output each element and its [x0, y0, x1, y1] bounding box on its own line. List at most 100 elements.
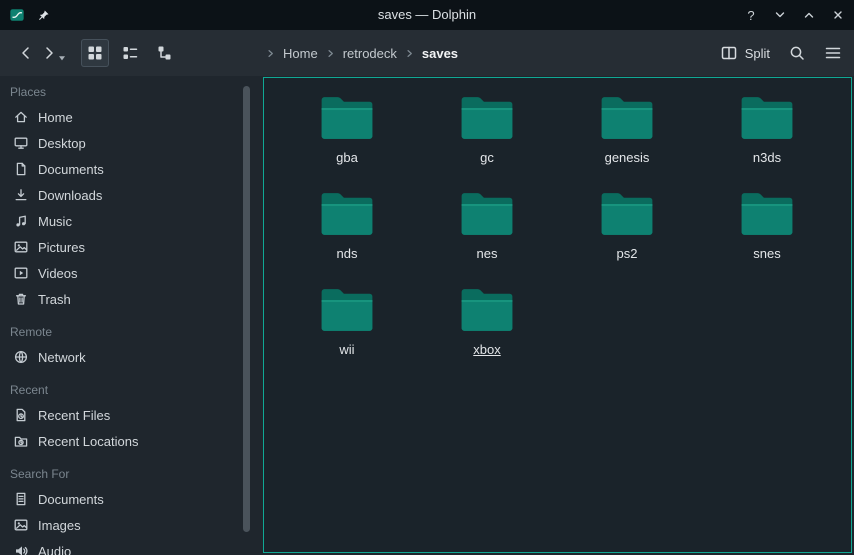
folder-icon — [458, 94, 516, 142]
sidebar-item-label: Network — [38, 350, 86, 365]
music-icon — [13, 213, 29, 229]
folder-icon — [598, 94, 656, 142]
section-title: Remote — [0, 320, 240, 344]
search-button[interactable] — [788, 44, 806, 62]
section-title: Places — [0, 80, 240, 104]
sidebar-item[interactable]: Videos — [0, 260, 240, 286]
sidebar-item[interactable]: Documents — [0, 486, 240, 512]
places-section: Recent Recent Files Recent Locations — [0, 378, 240, 454]
folder-name: ps2 — [617, 246, 638, 261]
breadcrumb-item[interactable]: retrodeck — [343, 46, 397, 61]
sidebar-item[interactable]: Downloads — [0, 182, 240, 208]
folder-icon — [318, 286, 376, 334]
window-controls: ? — [743, 0, 846, 30]
help-button[interactable]: ? — [743, 7, 759, 23]
folder-name: n3ds — [753, 150, 781, 165]
sidebar-item-label: Videos — [38, 266, 78, 281]
folder-grid: gba gc genesis n3ds — [264, 78, 851, 382]
sidebar-item-label: Audio — [38, 544, 71, 555]
download-icon — [13, 187, 29, 203]
places-panel: Places Home Desktop — [0, 76, 240, 555]
history-dropdown-icon[interactable] — [57, 53, 67, 63]
image-icon — [13, 239, 29, 255]
folder-name: xbox — [473, 342, 500, 357]
network-icon — [13, 349, 29, 365]
window-title: saves — Dolphin — [0, 0, 854, 30]
sidebar-item[interactable]: Home — [0, 104, 240, 130]
sidebar-item-label: Home — [38, 110, 73, 125]
doc-search-icon — [13, 491, 29, 507]
folder-view[interactable]: gba gc genesis n3ds — [263, 77, 852, 553]
view-icons-button[interactable] — [81, 39, 109, 67]
search-icon — [788, 44, 806, 62]
sidebar-item-label: Recent Files — [38, 408, 110, 423]
sidebar-item-label: Recent Locations — [38, 434, 138, 449]
section-title: Search For — [0, 462, 240, 486]
back-button[interactable] — [12, 39, 40, 67]
trash-icon — [13, 291, 29, 307]
folder-name: genesis — [605, 150, 650, 165]
sidebar-item-label: Music — [38, 214, 72, 229]
folder-item[interactable]: gba — [277, 94, 417, 190]
sidebar-item[interactable]: Recent Files — [0, 402, 240, 428]
content: Places Home Desktop — [0, 76, 854, 555]
chevron-right-icon — [405, 49, 414, 58]
sidebar-item-label: Downloads — [38, 188, 102, 203]
folder-item[interactable]: gc — [417, 94, 557, 190]
maximize-button[interactable] — [801, 7, 817, 23]
audio-icon — [13, 543, 29, 555]
folder-item[interactable]: wii — [277, 286, 417, 382]
home-icon — [13, 109, 29, 125]
split-label: Split — [745, 46, 770, 61]
chevron-right-icon — [326, 49, 335, 58]
folder-item[interactable]: nds — [277, 190, 417, 286]
breadcrumb-item[interactable]: saves — [422, 46, 458, 61]
folder-item[interactable]: snes — [697, 190, 837, 286]
document-icon — [13, 161, 29, 177]
folder-item[interactable]: genesis — [557, 94, 697, 190]
recent-locations-icon — [13, 433, 29, 449]
sidebar-item[interactable]: Audio — [0, 538, 240, 555]
chevron-right-icon — [266, 49, 275, 58]
video-icon — [13, 265, 29, 281]
sidebar-item[interactable]: Images — [0, 512, 240, 538]
toolbar-right: Split — [720, 30, 842, 76]
titlebar: saves — Dolphin ? — [0, 0, 854, 30]
places-section: Search For Documents Images — [0, 462, 240, 555]
sidebar-item[interactable]: Recent Locations — [0, 428, 240, 454]
folder-icon — [458, 286, 516, 334]
sidebar-item[interactable]: Documents — [0, 156, 240, 182]
toolbar: Home retrodeck saves Split — [0, 30, 854, 76]
image-icon — [13, 517, 29, 533]
sidebar-item[interactable]: Network — [0, 344, 240, 370]
split-button[interactable]: Split — [720, 44, 770, 62]
folder-item[interactable]: ps2 — [557, 190, 697, 286]
folder-item[interactable]: xbox — [417, 286, 557, 382]
sidebar-item-label: Documents — [38, 162, 104, 177]
menu-button[interactable] — [824, 44, 842, 62]
sidebar-item[interactable]: Pictures — [0, 234, 240, 260]
folder-icon — [318, 190, 376, 238]
folder-item[interactable]: nes — [417, 190, 557, 286]
recent-files-icon — [13, 407, 29, 423]
sidebar-item-label: Desktop — [38, 136, 86, 151]
sidebar-item[interactable]: Trash — [0, 286, 240, 312]
view-details-button[interactable] — [151, 39, 179, 67]
sidebar-item[interactable]: Desktop — [0, 130, 240, 156]
places-section: Places Home Desktop — [0, 80, 240, 312]
forward-button[interactable] — [40, 44, 67, 62]
sidebar-item-label: Pictures — [38, 240, 85, 255]
view-compact-button[interactable] — [116, 39, 144, 67]
folder-item[interactable]: n3ds — [697, 94, 837, 190]
sidebar-item[interactable]: Music — [0, 208, 240, 234]
view-mode-group — [81, 39, 179, 67]
close-button[interactable] — [830, 7, 846, 23]
folder-name: gc — [480, 150, 494, 165]
minimize-button[interactable] — [772, 7, 788, 23]
breadcrumb: Home retrodeck saves — [266, 30, 458, 76]
folder-name: wii — [339, 342, 354, 357]
folder-name: gba — [336, 150, 358, 165]
sidebar-scrollbar-thumb[interactable] — [243, 86, 250, 532]
breadcrumb-item[interactable]: Home — [283, 46, 318, 61]
folder-icon — [738, 190, 796, 238]
